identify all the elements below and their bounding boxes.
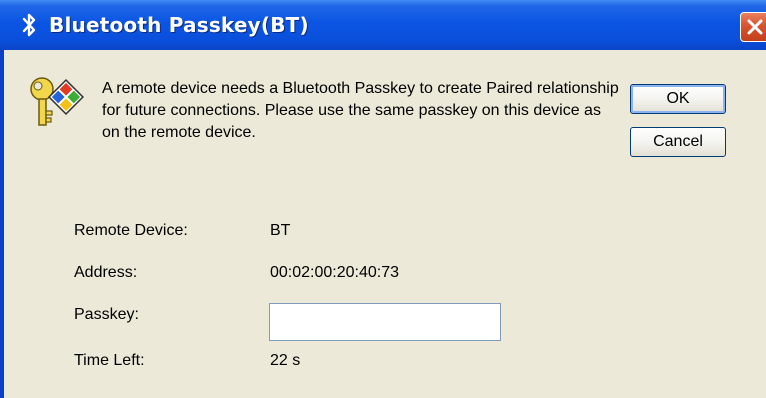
close-button[interactable] (740, 12, 766, 42)
cancel-button[interactable]: Cancel (630, 127, 726, 157)
address-label: Address: (74, 264, 138, 281)
dialog-body: A remote device needs a Bluetooth Passke… (4, 50, 766, 398)
passkey-label: Passkey: (74, 306, 139, 323)
time-left-label: Time Left: (74, 352, 145, 369)
address-value: 00:02:00:20:40:73 (270, 264, 400, 281)
time-left-value: 22 s (270, 352, 301, 369)
dialog-message: A remote device needs a Bluetooth Passke… (102, 80, 619, 141)
title-bar[interactable]: Bluetooth Passkey(BT) (0, 0, 766, 50)
remote-device-label: Remote Device: (74, 222, 188, 239)
passkey-input[interactable] (269, 303, 501, 341)
close-icon (747, 19, 763, 35)
ok-button[interactable]: OK (630, 84, 726, 114)
passkey-dialog-window: Bluetooth Passkey(BT) A remote device ne… (0, 0, 766, 398)
bluetooth-icon (22, 13, 36, 37)
key-icon (30, 77, 84, 126)
window-title: Bluetooth Passkey(BT) (49, 13, 309, 37)
remote-device-value: BT (270, 222, 291, 239)
